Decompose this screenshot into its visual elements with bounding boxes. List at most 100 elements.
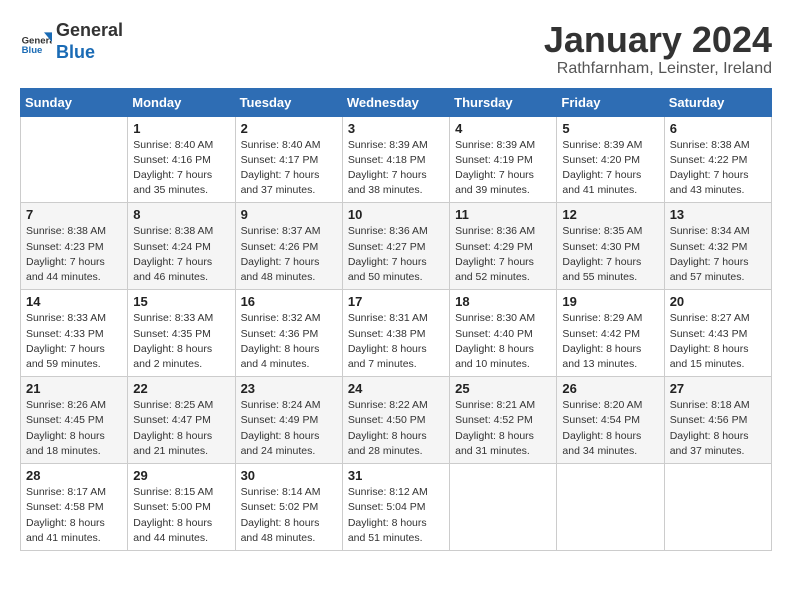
day-info: Sunrise: 8:38 AMSunset: 4:24 PMDaylight:… xyxy=(133,224,229,285)
table-row xyxy=(450,464,557,551)
day-info: Sunrise: 8:22 AMSunset: 4:50 PMDaylight:… xyxy=(348,398,444,459)
table-row: 9 Sunrise: 8:37 AMSunset: 4:26 PMDaylight… xyxy=(235,203,342,290)
table-row: 31 Sunrise: 8:12 AMSunset: 5:04 PMDayligh… xyxy=(342,464,449,551)
day-info: Sunrise: 8:30 AMSunset: 4:40 PMDaylight:… xyxy=(455,311,551,372)
day-number: 20 xyxy=(670,294,766,309)
day-number: 12 xyxy=(562,207,658,222)
day-info: Sunrise: 8:38 AMSunset: 4:23 PMDaylight:… xyxy=(26,224,122,285)
table-row: 17 Sunrise: 8:31 AMSunset: 4:38 PMDayligh… xyxy=(342,290,449,377)
col-sunday: Sunday xyxy=(21,88,128,116)
day-info: Sunrise: 8:34 AMSunset: 4:32 PMDaylight:… xyxy=(670,224,766,285)
day-number: 7 xyxy=(26,207,122,222)
table-row xyxy=(21,116,128,203)
day-number: 14 xyxy=(26,294,122,309)
day-info: Sunrise: 8:24 AMSunset: 4:49 PMDaylight:… xyxy=(241,398,337,459)
day-number: 28 xyxy=(26,468,122,483)
day-info: Sunrise: 8:27 AMSunset: 4:43 PMDaylight:… xyxy=(670,311,766,372)
day-number: 4 xyxy=(455,121,551,136)
day-info: Sunrise: 8:36 AMSunset: 4:29 PMDaylight:… xyxy=(455,224,551,285)
day-number: 13 xyxy=(670,207,766,222)
table-row: 5Sunrise: 8:39 AMSunset: 4:20 PMDaylight… xyxy=(557,116,664,203)
calendar-week-row: 1 Sunrise: 8:40 AMSunset: 4:16 PMDaylight… xyxy=(21,116,772,203)
day-info: Sunrise: 8:12 AMSunset: 5:04 PMDaylight:… xyxy=(348,485,444,546)
header: General Blue General Blue January 2024 R… xyxy=(20,20,772,78)
table-row: 3 Sunrise: 8:39 AMSunset: 4:18 PMDaylight… xyxy=(342,116,449,203)
day-info: Sunrise: 8:40 AMSunset: 4:17 PMDaylight:… xyxy=(241,138,337,199)
table-row: 6Sunrise: 8:38 AMSunset: 4:22 PMDaylight… xyxy=(664,116,771,203)
calendar-week-row: 21Sunrise: 8:26 AMSunset: 4:45 PMDayligh… xyxy=(21,377,772,464)
day-number: 24 xyxy=(348,381,444,396)
col-thursday: Thursday xyxy=(450,88,557,116)
day-info: Sunrise: 8:21 AMSunset: 4:52 PMDaylight:… xyxy=(455,398,551,459)
day-number: 3 xyxy=(348,121,444,136)
logo-blue: Blue xyxy=(56,42,95,62)
day-info: Sunrise: 8:26 AMSunset: 4:45 PMDaylight:… xyxy=(26,398,122,459)
day-info: Sunrise: 8:20 AMSunset: 4:54 PMDaylight:… xyxy=(562,398,658,459)
table-row xyxy=(664,464,771,551)
day-number: 6 xyxy=(670,121,766,136)
day-info: Sunrise: 8:37 AMSunset: 4:26 PMDaylight:… xyxy=(241,224,337,285)
month-title: January 2024 xyxy=(544,20,772,60)
day-info: Sunrise: 8:35 AMSunset: 4:30 PMDaylight:… xyxy=(562,224,658,285)
table-row: 4 Sunrise: 8:39 AMSunset: 4:19 PMDaylight… xyxy=(450,116,557,203)
day-info: Sunrise: 8:40 AMSunset: 4:16 PMDaylight:… xyxy=(133,138,229,199)
day-number: 31 xyxy=(348,468,444,483)
day-number: 10 xyxy=(348,207,444,222)
table-row: 29 Sunrise: 8:15 AMSunset: 5:00 PMDayligh… xyxy=(128,464,235,551)
table-row: 15Sunrise: 8:33 AMSunset: 4:35 PMDayligh… xyxy=(128,290,235,377)
day-info: Sunrise: 8:39 AMSunset: 4:18 PMDaylight:… xyxy=(348,138,444,199)
day-info: Sunrise: 8:17 AMSunset: 4:58 PMDaylight:… xyxy=(26,485,122,546)
day-info: Sunrise: 8:25 AMSunset: 4:47 PMDaylight:… xyxy=(133,398,229,459)
day-number: 18 xyxy=(455,294,551,309)
day-number: 27 xyxy=(670,381,766,396)
day-number: 8 xyxy=(133,207,229,222)
day-info: Sunrise: 8:15 AMSunset: 5:00 PMDaylight:… xyxy=(133,485,229,546)
day-info: Sunrise: 8:29 AMSunset: 4:42 PMDaylight:… xyxy=(562,311,658,372)
table-row: 27 Sunrise: 8:18 AMSunset: 4:56 PMDayligh… xyxy=(664,377,771,464)
col-wednesday: Wednesday xyxy=(342,88,449,116)
calendar-table: Sunday Monday Tuesday Wednesday Thursday… xyxy=(20,88,772,551)
location: Rathfarnham, Leinster, Ireland xyxy=(544,60,772,78)
day-number: 25 xyxy=(455,381,551,396)
table-row: 10 Sunrise: 8:36 AMSunset: 4:27 PMDayligh… xyxy=(342,203,449,290)
table-row: 8 Sunrise: 8:38 AMSunset: 4:24 PMDaylight… xyxy=(128,203,235,290)
table-row: 20 Sunrise: 8:27 AMSunset: 4:43 PMDayligh… xyxy=(664,290,771,377)
table-row: 28 Sunrise: 8:17 AMSunset: 4:58 PMDayligh… xyxy=(21,464,128,551)
logo-icon: General Blue xyxy=(20,26,52,58)
day-number: 15 xyxy=(133,294,229,309)
logo: General Blue General Blue xyxy=(20,20,123,63)
day-info: Sunrise: 8:36 AMSunset: 4:27 PMDaylight:… xyxy=(348,224,444,285)
col-friday: Friday xyxy=(557,88,664,116)
col-tuesday: Tuesday xyxy=(235,88,342,116)
title-area: January 2024 Rathfarnham, Leinster, Irel… xyxy=(544,20,772,78)
day-number: 1 xyxy=(133,121,229,136)
day-number: 19 xyxy=(562,294,658,309)
day-number: 29 xyxy=(133,468,229,483)
table-row: 11 Sunrise: 8:36 AMSunset: 4:29 PMDayligh… xyxy=(450,203,557,290)
day-number: 17 xyxy=(348,294,444,309)
table-row: 26Sunrise: 8:20 AMSunset: 4:54 PMDayligh… xyxy=(557,377,664,464)
table-row: 30Sunrise: 8:14 AMSunset: 5:02 PMDayligh… xyxy=(235,464,342,551)
day-info: Sunrise: 8:31 AMSunset: 4:38 PMDaylight:… xyxy=(348,311,444,372)
day-number: 9 xyxy=(241,207,337,222)
table-row: 2 Sunrise: 8:40 AMSunset: 4:17 PMDaylight… xyxy=(235,116,342,203)
table-row xyxy=(557,464,664,551)
col-monday: Monday xyxy=(128,88,235,116)
calendar-header-row: Sunday Monday Tuesday Wednesday Thursday… xyxy=(21,88,772,116)
day-info: Sunrise: 8:33 AMSunset: 4:33 PMDaylight:… xyxy=(26,311,122,372)
day-info: Sunrise: 8:18 AMSunset: 4:56 PMDaylight:… xyxy=(670,398,766,459)
table-row: 25 Sunrise: 8:21 AMSunset: 4:52 PMDayligh… xyxy=(450,377,557,464)
table-row: 18 Sunrise: 8:30 AMSunset: 4:40 PMDayligh… xyxy=(450,290,557,377)
day-number: 2 xyxy=(241,121,337,136)
table-row: 24 Sunrise: 8:22 AMSunset: 4:50 PMDayligh… xyxy=(342,377,449,464)
calendar-week-row: 28 Sunrise: 8:17 AMSunset: 4:58 PMDayligh… xyxy=(21,464,772,551)
day-number: 11 xyxy=(455,207,551,222)
day-number: 30 xyxy=(241,468,337,483)
day-number: 16 xyxy=(241,294,337,309)
day-info: Sunrise: 8:39 AMSunset: 4:19 PMDaylight:… xyxy=(455,138,551,199)
table-row: 13 Sunrise: 8:34 AMSunset: 4:32 PMDayligh… xyxy=(664,203,771,290)
day-number: 5 xyxy=(562,121,658,136)
table-row: 23Sunrise: 8:24 AMSunset: 4:49 PMDayligh… xyxy=(235,377,342,464)
table-row: 14 Sunrise: 8:33 AMSunset: 4:33 PMDayligh… xyxy=(21,290,128,377)
table-row: 16Sunrise: 8:32 AMSunset: 4:36 PMDayligh… xyxy=(235,290,342,377)
